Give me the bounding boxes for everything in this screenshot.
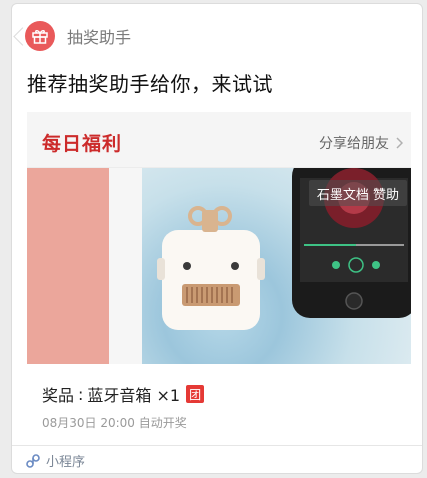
app-header[interactable]: 抽奖助手 bbox=[25, 21, 131, 51]
banner-white-strip bbox=[109, 168, 142, 364]
gift-icon bbox=[25, 21, 55, 51]
group-badge: 团 bbox=[186, 385, 205, 403]
card-footer: 小程序 bbox=[12, 445, 422, 474]
message-bubble[interactable]: 抽奖助手 推荐抽奖助手给你，来试试 每日福利 分享给朋友 石墨文档 赞助 奖品 … bbox=[11, 3, 423, 474]
speaker-photo: 石墨文档 赞助 bbox=[142, 168, 411, 364]
mini-program-label: 小程序 bbox=[26, 451, 85, 470]
app-name: 抽奖助手 bbox=[67, 28, 132, 47]
prize-info: 奖品 : 蓝牙音箱 ×1 团 08月30日 20:00 自动开奖 bbox=[27, 364, 411, 429]
sponsor-tag: 石墨文档 赞助 bbox=[308, 180, 407, 206]
mini-program-card[interactable]: 每日福利 分享给朋友 石墨文档 赞助 奖品: 蓝牙音箱 ×1 团 08月30日… bbox=[27, 112, 411, 429]
prize-line: 奖品 : 蓝牙音箱 ×1 团 bbox=[42, 382, 205, 406]
prize-label: 奖品 bbox=[42, 386, 75, 405]
draw-time: 08月30日 20:00 自动开奖 bbox=[42, 416, 187, 429]
prize-name: 蓝牙音箱 ×1 bbox=[87, 386, 181, 405]
share-to-friends-link[interactable]: 分享给朋友 bbox=[319, 133, 403, 153]
mini-program-text: 小程序 bbox=[46, 455, 86, 470]
message-headline: 推荐抽奖助手给你，来试试 bbox=[27, 72, 273, 96]
chevron-right-icon bbox=[396, 137, 403, 149]
daily-benefit-title: 每日福利 bbox=[42, 133, 123, 155]
mini-program-icon bbox=[26, 453, 40, 468]
share-label: 分享给朋友 bbox=[319, 136, 389, 152]
prize-banner[interactable]: 石墨文档 赞助 bbox=[27, 168, 411, 364]
prize-separator: : bbox=[78, 384, 84, 404]
card-header: 每日福利 分享给朋友 bbox=[27, 112, 411, 168]
banner-pink-strip bbox=[27, 168, 109, 364]
